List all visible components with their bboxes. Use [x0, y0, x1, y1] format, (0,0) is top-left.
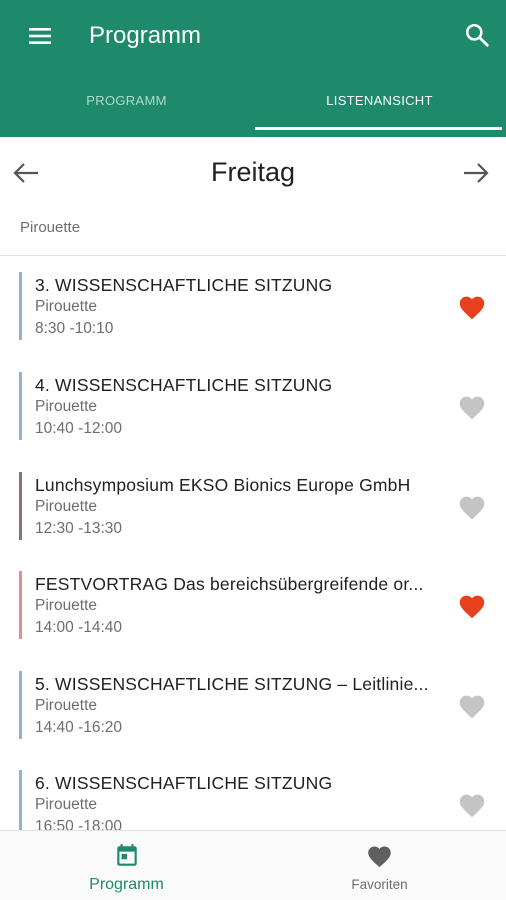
- bottom-nav-label: Favoriten: [351, 877, 408, 892]
- tab-label: LISTENANSICHT: [326, 93, 433, 108]
- heart-icon: [459, 695, 485, 718]
- session-color-bar: [19, 272, 22, 340]
- active-tab-indicator: [255, 127, 502, 130]
- session-color-bar: [19, 372, 22, 440]
- session-title: FESTVORTRAG Das bereichsübergreifende or…: [35, 574, 424, 594]
- session-title: 5. WISSENSCHAFTLICHE SITZUNG – Leitlinie…: [35, 674, 429, 694]
- search-icon: [465, 23, 489, 47]
- hamburger-menu-icon: [29, 28, 51, 44]
- session-title: 6. WISSENSCHAFTLICHE SITZUNG: [35, 773, 333, 793]
- heart-icon: [459, 396, 485, 419]
- room-section-label: Pirouette: [20, 219, 81, 236]
- session-item[interactable]: 4. WISSENSCHAFTLICHE SITZUNG Pirouette 1…: [0, 356, 506, 455]
- next-day-button[interactable]: [458, 155, 494, 191]
- bottom-nav-favoriten[interactable]: Favoriten: [253, 831, 506, 900]
- session-list: 3. WISSENSCHAFTLICHE SITZUNG Pirouette 8…: [0, 256, 506, 830]
- session-room: Pirouette: [35, 796, 98, 813]
- session-room: Pirouette: [35, 597, 98, 614]
- session-room: Pirouette: [35, 298, 98, 315]
- session-time: 8:30 -10:10: [35, 320, 114, 337]
- bottom-navigation: Programm Favoriten: [0, 830, 506, 900]
- session-color-bar: [19, 472, 22, 540]
- session-item[interactable]: Lunchsymposium EKSO Bionics Europe GmbH …: [0, 456, 506, 555]
- session-time: 14:40 -16:20: [35, 719, 123, 736]
- favorite-button[interactable]: [456, 391, 488, 421]
- heart-icon: [459, 296, 485, 319]
- bottom-nav-programm[interactable]: Programm: [0, 831, 253, 900]
- calendar-icon: [116, 844, 137, 866]
- heart-icon: [368, 846, 391, 868]
- favorite-button[interactable]: [456, 789, 488, 819]
- tab-bar: PROGRAMM LISTENANSICHT: [0, 72, 506, 137]
- session-room: Pirouette: [35, 498, 98, 515]
- search-button[interactable]: [460, 18, 494, 52]
- tab-label: PROGRAMM: [86, 93, 167, 108]
- menu-button[interactable]: [22, 20, 58, 52]
- session-time: 14:00 -14:40: [35, 619, 123, 636]
- favorite-button[interactable]: [456, 491, 488, 521]
- bottom-nav-label: Programm: [89, 876, 164, 893]
- tab-listenansicht[interactable]: LISTENANSICHT: [253, 72, 506, 137]
- heart-icon: [459, 496, 485, 519]
- session-item[interactable]: FESTVORTRAG Das bereichsübergreifende or…: [0, 555, 506, 654]
- app-title: Programm: [89, 22, 202, 49]
- session-color-bar: [19, 770, 22, 830]
- session-color-bar: [19, 671, 22, 739]
- day-navigation: Freitag: [0, 137, 506, 209]
- heart-icon: [459, 595, 485, 618]
- arrow-right-icon: [464, 163, 489, 183]
- session-room: Pirouette: [35, 697, 98, 714]
- app-bar: Programm PROGRAMM LISTENANSICHT: [0, 0, 506, 137]
- session-time: 10:40 -12:00: [35, 420, 123, 437]
- toolbar: Programm: [0, 0, 506, 72]
- session-item[interactable]: 3. WISSENSCHAFTLICHE SITZUNG Pirouette 8…: [0, 256, 506, 355]
- session-title: 4. WISSENSCHAFTLICHE SITZUNG: [35, 375, 333, 395]
- session-color-bar: [19, 571, 22, 639]
- session-title: 3. WISSENSCHAFTLICHE SITZUNG: [35, 275, 333, 295]
- session-time: 12:30 -13:30: [35, 520, 123, 537]
- session-item[interactable]: 6. WISSENSCHAFTLICHE SITZUNG Pirouette 1…: [0, 754, 506, 830]
- tab-programm[interactable]: PROGRAMM: [0, 72, 253, 137]
- heart-icon: [459, 794, 485, 817]
- session-item[interactable]: 5. WISSENSCHAFTLICHE SITZUNG – Leitlinie…: [0, 655, 506, 754]
- session-title: Lunchsymposium EKSO Bionics Europe GmbH: [35, 475, 411, 495]
- favorite-button[interactable]: [456, 590, 488, 620]
- day-title: Freitag: [210, 157, 296, 187]
- favorite-button[interactable]: [456, 690, 488, 720]
- session-room: Pirouette: [35, 398, 98, 415]
- session-time: 16:50 -18:00: [35, 818, 123, 830]
- favorite-button[interactable]: [456, 291, 488, 321]
